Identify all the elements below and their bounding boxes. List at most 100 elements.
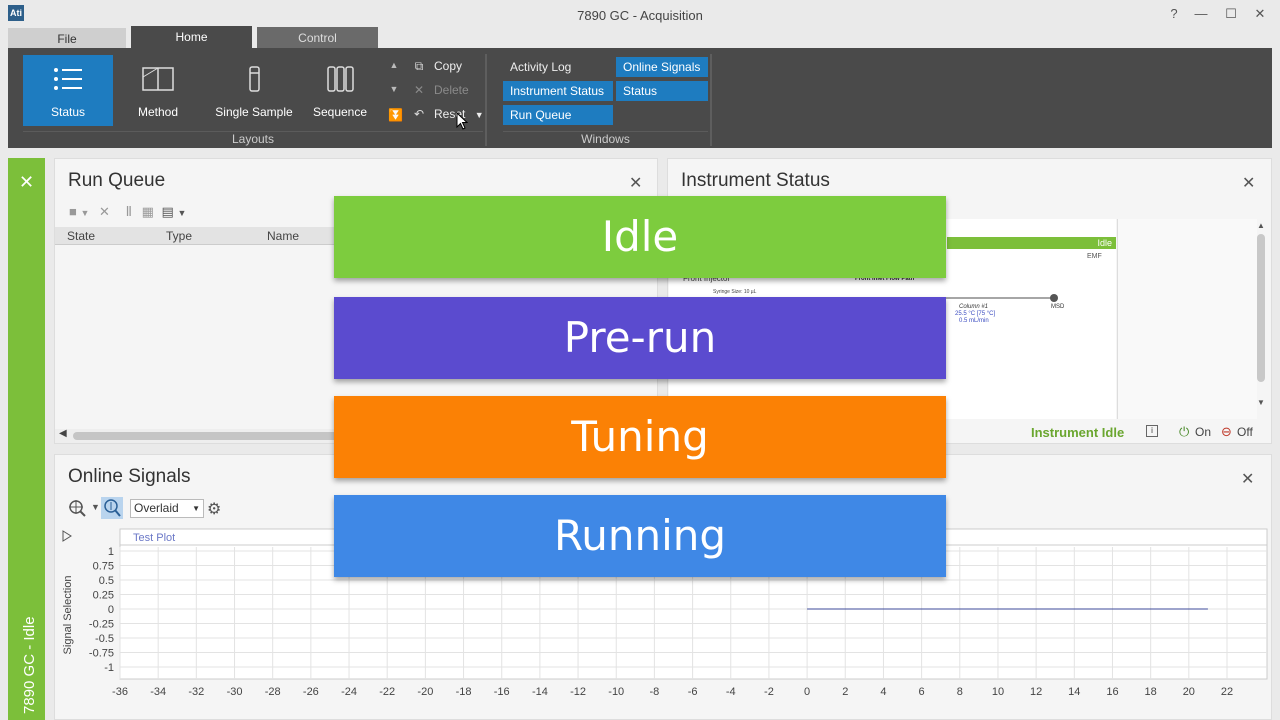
- sequence-layout-label: Sequence: [312, 105, 368, 119]
- power-off-icon[interactable]: ⊖: [1221, 424, 1232, 440]
- method-icon: [142, 67, 174, 91]
- column-flow-label: 0.5 mL/min: [959, 318, 989, 324]
- single-sample-layout-label: Single Sample: [215, 105, 293, 119]
- instrument-state-text: Instrument Idle: [1031, 425, 1125, 440]
- x-tick-label: -22: [379, 686, 395, 698]
- x-tick-label: -6: [688, 686, 698, 698]
- x-tick-label: 0: [804, 686, 810, 698]
- method-layout-button[interactable]: Method: [113, 55, 203, 126]
- reset-dropdown-icon[interactable]: ▼: [475, 110, 484, 120]
- instrument-status-close-icon[interactable]: ✕: [1242, 173, 1255, 193]
- activity-log-button[interactable]: Activity Log: [503, 57, 613, 77]
- run-queue-button[interactable]: Run Queue: [503, 105, 613, 125]
- x-tick-label: 8: [957, 686, 963, 698]
- y-tick-label: -1: [104, 662, 114, 674]
- side-strip-close-icon[interactable]: ✕: [8, 172, 45, 193]
- help-button[interactable]: ?: [1162, 4, 1186, 24]
- scroll-down-icon[interactable]: ▼: [1254, 398, 1268, 407]
- zoom-dropdown-icon[interactable]: ▼: [91, 502, 100, 512]
- stop-dropdown-icon[interactable]: ▼: [80, 208, 89, 218]
- syringe-label: Syringe Size: 10 µL: [713, 289, 757, 295]
- y-tick-label: -0.5: [95, 633, 114, 645]
- status-layout-label: Status: [50, 105, 86, 119]
- run-queue-title: Run Queue: [68, 170, 166, 191]
- online-signals-button[interactable]: Online Signals: [616, 57, 708, 77]
- remove-icon[interactable]: ✕: [99, 204, 110, 219]
- sequence-layout-button[interactable]: Sequence: [305, 55, 375, 126]
- column-header-state[interactable]: State: [67, 229, 95, 243]
- power-on-label[interactable]: On: [1195, 425, 1211, 439]
- power-on-icon[interactable]: ⏻: [1179, 424, 1189, 440]
- x-tick-label: -26: [303, 686, 319, 698]
- y-tick-label: 0.5: [99, 575, 114, 587]
- x-tick-label: 14: [1068, 686, 1080, 698]
- method-layout-label: Method: [137, 105, 179, 119]
- status-window-button[interactable]: Status: [616, 81, 708, 101]
- x-tick-label: 22: [1221, 686, 1233, 698]
- single-sample-layout-button[interactable]: Single Sample: [203, 55, 305, 126]
- run-queue-close-icon[interactable]: ✕: [629, 173, 642, 193]
- tab-file[interactable]: File: [8, 28, 126, 49]
- zoom-vertical-icon[interactable]: [101, 497, 123, 519]
- chart-title: Test Plot: [133, 532, 175, 544]
- online-signals-close-icon[interactable]: ✕: [1241, 469, 1254, 489]
- column-header-name[interactable]: Name: [267, 229, 299, 243]
- msd-label: MSD: [1051, 304, 1065, 310]
- scroll-thumb[interactable]: [1257, 234, 1265, 382]
- scroll-left-icon[interactable]: ◀: [59, 428, 67, 439]
- queue-view-dropdown-icon[interactable]: ▼: [177, 208, 186, 218]
- online-signals-panel: Online Signals ✕ ▼ Overlaid ▼ ⚙ Test Plo…: [54, 454, 1272, 720]
- ribbon: Status Method Single Sample Sequence ▲ ▼…: [8, 48, 1272, 148]
- display-mode-value: Overlaid: [134, 501, 179, 515]
- instrument-state-bar: Idle: [947, 237, 1116, 249]
- x-tick-label: -4: [726, 686, 736, 698]
- x-tick-label: -32: [188, 686, 204, 698]
- side-strip-label: 7890 GC - Idle: [21, 616, 38, 714]
- column-temp-label: 25.5 °C [75 °C]: [955, 311, 996, 317]
- instrument-vscrollbar[interactable]: ▲ ▼: [1254, 221, 1268, 417]
- tab-home[interactable]: Home: [131, 26, 252, 49]
- info-icon[interactable]: i: [1146, 425, 1158, 437]
- instrument-side-area: [1117, 219, 1257, 419]
- x-tick-label: -2: [764, 686, 774, 698]
- ribbon-separator: [710, 54, 712, 146]
- reset-button[interactable]: ↶ Reset ▼: [410, 107, 484, 127]
- gallery-up-icon[interactable]: ▲: [388, 60, 400, 70]
- power-off-label[interactable]: Off: [1237, 425, 1253, 439]
- maximize-button[interactable]: ☐: [1219, 4, 1243, 24]
- x-tick-label: -34: [150, 686, 166, 698]
- tab-control[interactable]: Control: [257, 27, 378, 49]
- column-header-type[interactable]: Type: [166, 229, 192, 243]
- x-tick-label: -12: [570, 686, 586, 698]
- delete-icon: ✕: [413, 83, 425, 97]
- close-window-button[interactable]: ✕: [1248, 4, 1272, 24]
- zoom-crosshair-icon[interactable]: [67, 498, 87, 518]
- expand-legend-icon[interactable]: [62, 530, 72, 542]
- display-mode-select[interactable]: Overlaid ▼: [130, 499, 204, 518]
- x-tick-label: 10: [992, 686, 1004, 698]
- gallery-down-icon[interactable]: ▼: [388, 84, 400, 94]
- vial-icon: [249, 66, 260, 92]
- status-layout-button[interactable]: Status: [23, 55, 113, 126]
- status-banner-running: Running: [334, 495, 946, 577]
- queue-properties-icon[interactable]: ▦: [142, 204, 154, 219]
- delete-button[interactable]: ✕ Delete: [410, 83, 469, 103]
- queue-view-icon[interactable]: ▤: [162, 204, 174, 219]
- settings-gear-icon[interactable]: ⚙: [207, 499, 221, 519]
- y-tick-label: -0.75: [89, 648, 114, 660]
- scroll-up-icon[interactable]: ▲: [1254, 221, 1268, 230]
- stop-icon[interactable]: ■: [69, 204, 77, 219]
- chevron-down-icon: ▼: [192, 504, 200, 513]
- x-tick-label: -36: [112, 686, 128, 698]
- gallery-expand-icon[interactable]: ⏬: [388, 108, 403, 122]
- y-tick-label: 0.75: [93, 561, 114, 573]
- undo-icon: ↶: [413, 107, 425, 121]
- instrument-status-button[interactable]: Instrument Status: [503, 81, 613, 101]
- pause-icon[interactable]: Ⅱ: [126, 204, 132, 219]
- x-tick-label: -20: [417, 686, 433, 698]
- x-tick-label: -18: [456, 686, 472, 698]
- online-signals-title: Online Signals: [68, 466, 191, 487]
- copy-button[interactable]: ⧉ Copy: [410, 59, 462, 79]
- minimize-button[interactable]: —: [1189, 4, 1213, 24]
- x-tick-label: 18: [1145, 686, 1157, 698]
